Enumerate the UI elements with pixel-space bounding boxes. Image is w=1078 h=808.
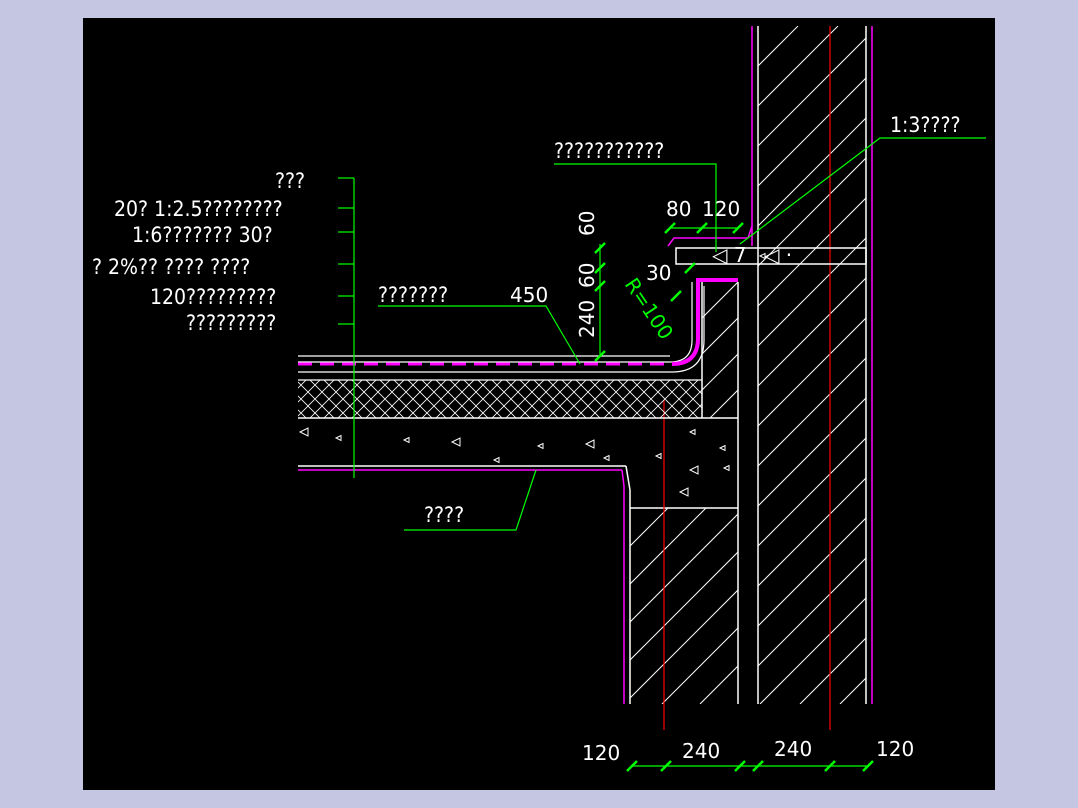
dim-bottom-120-right: 120 (876, 737, 914, 761)
drawing: ◁ 7 ◁ · ??? 20? 1:2.5???????? 1:6???????… (92, 26, 986, 772)
insulation-layer (298, 380, 702, 418)
lower-wall (623, 400, 739, 730)
dim-60-mid: 60 (575, 263, 599, 288)
label-membrane-length: 450 (510, 283, 548, 307)
label-layer4: ? 2%?? ???? ???? (92, 255, 250, 279)
label-flashing: ??????????? (554, 139, 664, 163)
label-slab: ???? (424, 503, 464, 527)
label-mortar: 1:3???? (890, 113, 961, 137)
label-layer6: ????????? (186, 311, 276, 335)
label-membrane: ??????? (378, 283, 448, 307)
label-layer2: 20? 1:2.5???????? (114, 197, 283, 221)
label-layer5: 120????????? (150, 285, 276, 309)
dim-bottom-240-b: 240 (774, 737, 812, 761)
dim-60-top: 60 (575, 211, 599, 236)
dim-120-top: 120 (702, 197, 740, 221)
dim-bottom-240-a: 240 (682, 739, 720, 763)
label-layer1: ??? (275, 169, 305, 193)
leaders (338, 137, 986, 767)
svg-text:◁ ·: ◁ · (763, 243, 792, 267)
dim-bottom-120-left: 120 (582, 741, 620, 765)
dim-30: 30 (646, 261, 671, 285)
label-layer3: 1:6??????? 30? (132, 223, 273, 247)
dim-80: 80 (666, 197, 691, 221)
dim-240-vertical: 240 (575, 300, 599, 338)
